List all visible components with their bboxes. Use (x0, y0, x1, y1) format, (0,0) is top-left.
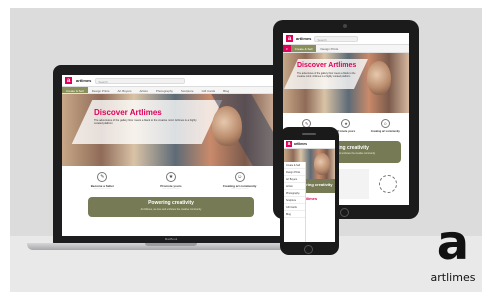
feature-community: ☺ Creating art community (370, 119, 400, 133)
nav-item-art-buyers[interactable]: Art Buyers (114, 87, 136, 93)
feature-promote: ★ Promote yours —— ——— ——— (160, 172, 182, 190)
community-icon: ☺ (380, 119, 390, 128)
nav-item-sculpture[interactable]: Sculpture (177, 87, 198, 93)
menu-item-artists[interactable]: Artists (284, 183, 305, 190)
laptop-label: MacBook (164, 237, 178, 241)
badge-seal (375, 169, 401, 199)
menu-item-art-buyers[interactable]: Art Buyers (284, 176, 305, 183)
powering-title: ering creativity (304, 182, 333, 187)
portrait-image (314, 153, 330, 175)
features-row: ✎ Become a Seller —— ——— ——— ★ Promote y… (62, 166, 280, 194)
menu-item-photography[interactable]: Photography (284, 190, 305, 197)
portrait-image (212, 106, 242, 146)
powering-title: Powering creativity (148, 200, 194, 206)
phone-topbar: a artlimes (284, 140, 335, 149)
community-icon: ☺ (234, 172, 245, 182)
brand-name: artlimes (296, 36, 312, 41)
hero-title: Discover Artlimes (297, 62, 357, 69)
laptop-topbar: a artlimes Search (62, 75, 280, 87)
menu-button[interactable]: ≡ (283, 45, 291, 52)
laptop-nav: Create & Sell Design Prints Art Buyers A… (62, 87, 280, 94)
mobile-menu: Create & Sell Design Prints Art Buyers A… (284, 162, 306, 242)
logo-wordmark: artlimes (430, 271, 476, 284)
menu-item-gift-cards[interactable]: Gift Cards (284, 204, 305, 211)
search-input[interactable]: Search (314, 35, 359, 42)
phone-screen: a artlimes ering creativity rtlimes Crea… (284, 140, 335, 242)
seller-icon: ✎ (97, 172, 108, 182)
logo-icon[interactable]: a (286, 35, 293, 42)
hero-text: The adventures of the gallery floor meet… (297, 72, 356, 78)
portrait-image (367, 61, 391, 95)
logo-letter: a (436, 215, 470, 271)
nav-item-blog[interactable]: Blog (219, 87, 233, 93)
promote-icon: ★ (341, 119, 351, 128)
nav-item-photography[interactable]: Photography (152, 87, 177, 93)
logo-icon[interactable]: a (65, 77, 72, 84)
menu-item-design-prints[interactable]: Design Prints (284, 169, 305, 176)
powering-banner: Powering creativity At Artlimes, we love… (88, 197, 254, 217)
logo-icon[interactable]: a (286, 141, 292, 147)
nav-item-gift-cards[interactable]: Gift Cards (198, 87, 220, 93)
hero-text: The adventures of the gallery floor meet… (94, 119, 197, 126)
hero-banner: Discover Artlimes The adventures of the … (283, 53, 409, 113)
nav-item-create-sell[interactable]: Create & Sell (290, 45, 317, 52)
tablet-home-button[interactable] (340, 208, 349, 217)
tablet-topbar: a artlimes Search (283, 33, 409, 45)
tablet-camera (343, 24, 347, 28)
powering-text: At Artlimes, we love and embrace the cre… (140, 208, 202, 211)
artlimes-logo: a artlimes (429, 215, 477, 284)
menu-item-sculpture[interactable]: Sculpture (284, 197, 305, 204)
menu-item-create-sell[interactable]: Create & Sell (284, 162, 305, 169)
brand-name: artlimes (294, 142, 308, 146)
tablet-nav: ≡ Create & Sell Design Prints (283, 45, 409, 53)
hero-title: Discover Artlimes (94, 108, 162, 117)
nav-item-design-prints[interactable]: Design Prints (316, 45, 342, 52)
laptop-screen: a artlimes Search Create & Sell Design P… (62, 75, 280, 236)
section-title: rtlimes (304, 196, 318, 201)
phone-speaker (302, 133, 316, 135)
hero-banner: Discover Artlimes The adventures of the … (62, 94, 280, 166)
promote-icon: ★ (165, 172, 176, 182)
phone-home-button[interactable] (304, 245, 313, 254)
feature-community: ☺ Creating art community —— ——— ——— (222, 172, 257, 190)
nav-item-design-prints[interactable]: Design Prints (88, 87, 114, 93)
menu-item-blog[interactable]: Blog (284, 211, 305, 218)
scene: a artlimes Search Create & Sell Design P… (0, 0, 490, 301)
nav-item-artists[interactable]: Artists (136, 87, 152, 93)
brand-name: artlimes (76, 78, 92, 83)
laptop-notch (145, 243, 197, 246)
nav-item-create-sell[interactable]: Create & Sell (62, 87, 88, 93)
feature-seller: ✎ Become a Seller —— ——— ——— (90, 172, 114, 190)
search-input[interactable]: Search (95, 77, 186, 84)
